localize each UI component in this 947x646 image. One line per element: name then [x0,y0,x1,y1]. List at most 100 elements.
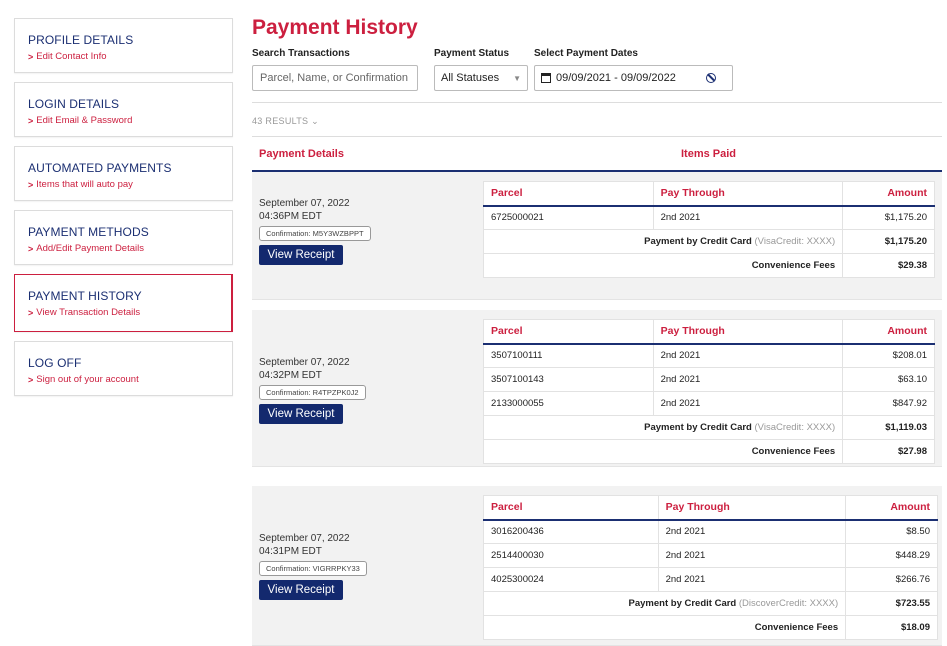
table-header-row: Parcel Pay Through Amount [483,495,938,521]
date-range-picker[interactable]: 09/09/2021 - 09/09/2022 [534,65,733,91]
table-row: 4025300024 2nd 2021 $266.76 [483,567,938,592]
search-input[interactable] [252,65,418,91]
sidebar-item-payment-history[interactable]: PAYMENT HISTORY > View Transaction Detail… [14,274,233,332]
sidebar-link-label: Add/Edit Payment Details [36,243,144,254]
amount-cell: $1,175.20 [842,205,935,230]
sidebar-item-automated-payments[interactable]: AUTOMATED PAYMENTS > Items that will auto… [14,146,233,201]
parcel-cell: 3507100143 [483,367,654,392]
parcel-header: Parcel [483,181,654,207]
chevron-right-icon: > [28,51,34,62]
amount-cell: $266.76 [845,567,938,592]
pay-through-cell: 2nd 2021 [657,543,847,568]
calendar-icon [541,73,551,83]
sidebar-item-payment-methods[interactable]: PAYMENT METHODS > Add/Edit Payment Detail… [14,210,233,265]
sidebar-item-login-details[interactable]: LOGIN DETAILS > Edit Email & Password [14,82,233,137]
transaction-details: September 07, 2022 04:31PM EDT Confirmat… [259,532,367,600]
pay-through-cell: 2nd 2021 [657,567,847,592]
status-label: Payment Status [434,48,510,59]
transaction-row: September 07, 2022 04:31PM EDT Confirmat… [252,486,942,646]
pay-through-header: Pay Through [652,319,844,345]
transaction-date: September 07, 2022 [259,533,350,544]
chevron-right-icon: > [28,374,34,385]
fees-amount-cell: $29.38 [842,253,935,278]
transaction-time: 04:32PM EDT [259,370,322,381]
column-header-row: Payment Details Items Paid [252,137,942,172]
sidebar-item-link[interactable]: > Items that will auto pay [28,179,232,190]
payment-method-label: Payment by Credit Card [644,422,752,433]
table-row: 6725000021 2nd 2021 $1,175.20 [483,205,935,230]
transaction-details: September 07, 2022 04:32PM EDT Confirmat… [259,356,366,424]
sidebar-item-profile-details[interactable]: PROFILE DETAILS > Edit Contact Info [14,18,233,73]
search-label: Search Transactions [252,48,350,59]
parcel-cell: 4025300024 [483,567,659,592]
table-header-row: Parcel Pay Through Amount [483,181,935,207]
transaction-time: 04:36PM EDT [259,211,322,222]
fees-amount-cell: $18.09 [845,615,938,640]
sidebar-item-title: PAYMENT METHODS [28,225,149,239]
table-row: 3507100143 2nd 2021 $63.10 [483,367,935,392]
dates-label: Select Payment Dates [534,48,638,59]
transaction-row: September 07, 2022 04:36PM EDT Confirmat… [252,172,942,300]
card-info: (DiscoverCredit: XXXX) [738,598,839,609]
pay-through-header: Pay Through [652,181,844,207]
sidebar-link-label: Sign out of your account [36,374,139,385]
sidebar-item-title: AUTOMATED PAYMENTS [28,161,172,175]
payment-method-row: Payment by Credit Card (VisaCredit: XXXX… [482,415,935,440]
status-select[interactable]: All Statuses ▼ [434,65,528,91]
transaction-time: 04:31PM EDT [259,546,322,557]
payment-details-header: Payment Details [259,148,344,160]
payment-total-cell: $1,119.03 [842,415,935,440]
card-info: (VisaCredit: XXXX) [754,236,836,247]
payment-total-cell: $1,175.20 [842,229,935,254]
view-receipt-button[interactable]: View Receipt [259,404,343,424]
sidebar-item-link[interactable]: > Sign out of your account [28,374,232,385]
pay-through-cell: 2nd 2021 [652,391,844,416]
payment-total-cell: $723.55 [845,591,938,616]
fees-row: Convenience Fees $29.38 [482,253,935,278]
fees-amount-cell: $27.98 [842,439,935,464]
sidebar-item-title: PROFILE DETAILS [28,33,134,47]
payment-method-cell: Payment by Credit Card (VisaCredit: XXXX… [482,415,844,440]
fees-row: Convenience Fees $27.98 [482,439,935,464]
items-paid-table: Parcel Pay Through Amount 6725000021 2nd… [482,181,935,278]
clear-dates-icon[interactable] [706,73,716,83]
transaction-row: September 07, 2022 04:32PM EDT Confirmat… [252,310,942,467]
payment-method-cell: Payment by Credit Card (DiscoverCredit: … [482,591,847,616]
sidebar-item-log-off[interactable]: LOG OFF > Sign out of your account [14,341,233,396]
transaction-date: September 07, 2022 [259,198,350,209]
transaction-details: September 07, 2022 04:36PM EDT Confirmat… [259,197,371,265]
chevron-right-icon: > [28,115,34,126]
spacer [252,467,942,486]
transaction-date: September 07, 2022 [259,357,350,368]
view-receipt-button[interactable]: View Receipt [259,580,343,600]
results-count-toggle[interactable]: 43 RESULTS ⌄ [252,103,942,136]
amount-header: Amount [842,319,935,345]
parcel-cell: 3016200436 [483,519,659,544]
confirmation-badge: Confirmation: R4TPZPK0J2 [259,385,366,400]
table-row: 2133000055 2nd 2021 $847.92 [483,391,935,416]
view-receipt-button[interactable]: View Receipt [259,245,343,265]
amount-header: Amount [842,181,935,207]
parcel-header: Parcel [483,495,659,521]
amount-cell: $8.50 [845,519,938,544]
sidebar-item-link[interactable]: > Edit Email & Password [28,115,232,126]
sidebar-link-label: Edit Contact Info [36,51,107,62]
parcel-cell: 2133000055 [483,391,654,416]
sidebar-link-label: Items that will auto pay [36,179,133,190]
amount-cell: $847.92 [842,391,935,416]
parcel-cell: 3507100111 [483,343,654,368]
items-paid-table: Parcel Pay Through Amount 3507100111 2nd… [482,319,935,464]
sidebar-item-link[interactable]: > Add/Edit Payment Details [28,243,232,254]
table-row: 2514400030 2nd 2021 $448.29 [483,543,938,568]
parcel-header: Parcel [483,319,654,345]
sidebar-link-label: Edit Email & Password [36,115,133,126]
items-paid-header: Items Paid [681,148,737,160]
fees-label-cell: Convenience Fees [482,615,847,640]
sidebar-link-label: View Transaction Details [36,307,141,318]
sidebar-item-link[interactable]: > Edit Contact Info [28,51,232,62]
fees-row: Convenience Fees $18.09 [482,615,938,640]
sidebar-item-link[interactable]: > View Transaction Details [28,307,231,318]
table-header-row: Parcel Pay Through Amount [483,319,935,345]
chevron-right-icon: > [28,307,34,318]
pay-through-cell: 2nd 2021 [652,205,844,230]
